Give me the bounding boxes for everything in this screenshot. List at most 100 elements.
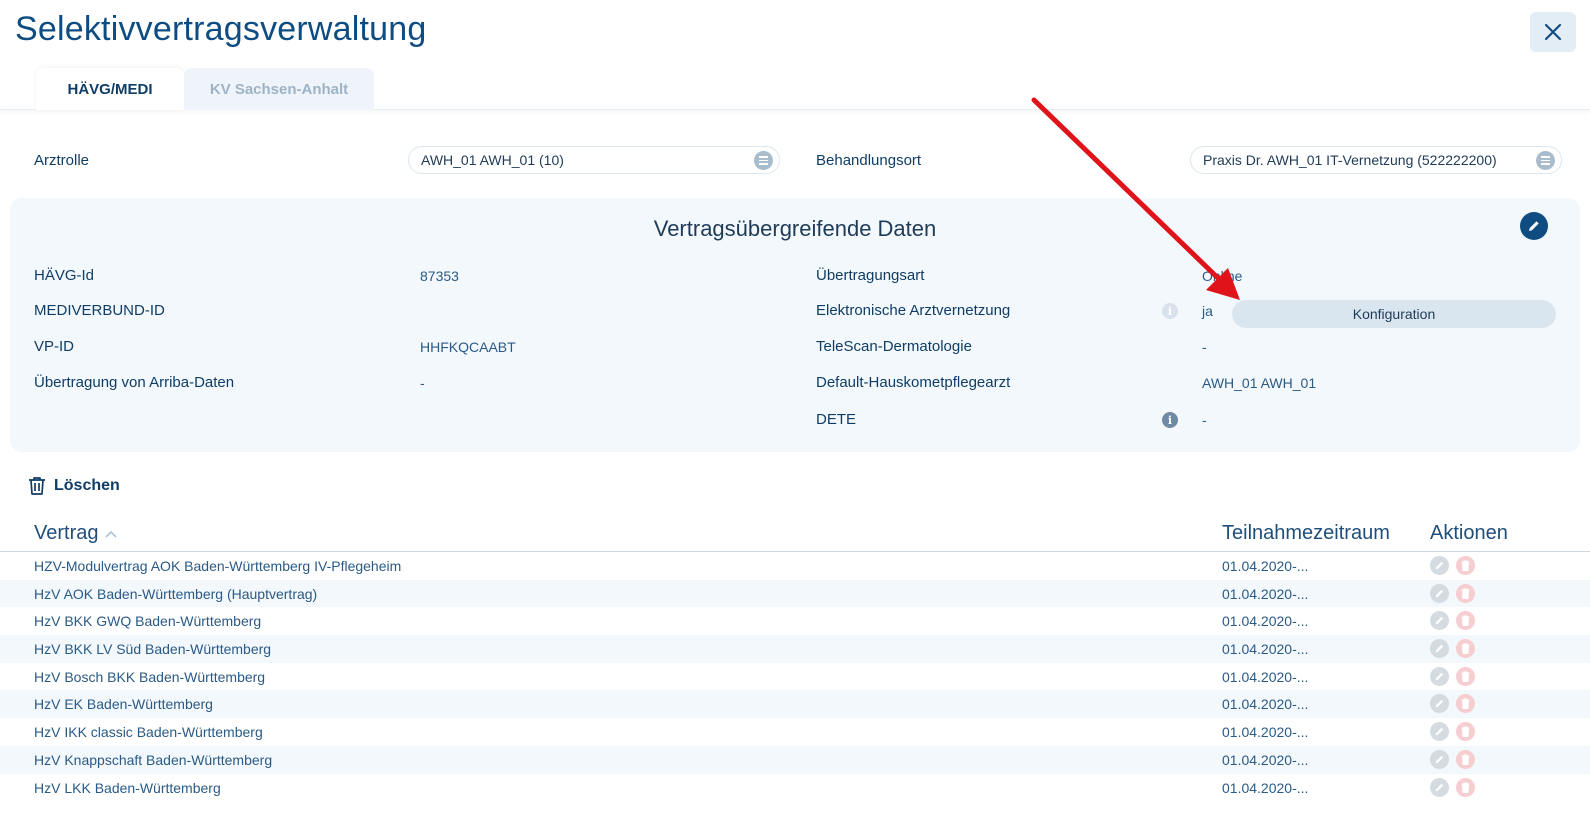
row-edit-button[interactable] (1430, 749, 1449, 769)
table-row: HzV Bosch BKK Baden-Württemberg 01.04.20… (0, 663, 1590, 691)
table-row: HzV LKK Baden-Württemberg 01.04.2020-... (0, 774, 1590, 802)
trash-icon (1461, 615, 1470, 627)
column-header-vertrag[interactable]: Vertrag (34, 522, 118, 545)
tab-haevg-medi[interactable]: HÄVG/MEDI (36, 68, 184, 110)
row-edit-button[interactable] (1430, 777, 1449, 797)
trash-icon (1461, 560, 1470, 571)
arztrolle-select[interactable]: AWH_01 AWH_01 (10) (408, 146, 780, 174)
row-delete-button[interactable] (1456, 777, 1475, 797)
dete-label: DETE (816, 411, 857, 428)
contract-name[interactable]: HzV IKK classic Baden-Württemberg (34, 724, 263, 740)
panel-title: Vertragsübergreifende Daten (653, 216, 937, 241)
pencil-icon (1435, 727, 1444, 736)
contract-date: 01.04.2020-... (1222, 558, 1309, 574)
close-icon (1544, 23, 1562, 41)
contract-name[interactable]: HzV EK Baden-Württemberg (34, 696, 213, 712)
contract-table-body: HZV-Modulvertrag AOK Baden-Württemberg I… (0, 552, 1590, 801)
behandlungsort-label: Behandlungsort (816, 152, 922, 169)
pencil-icon (1435, 755, 1444, 764)
row-delete-button[interactable] (1456, 749, 1475, 769)
contract-date: 01.04.2020-... (1222, 724, 1309, 741)
contract-date: 01.04.2020-... (1222, 779, 1309, 796)
contract-date: 01.04.2020-... (1222, 585, 1309, 602)
contract-date: 01.04.2020-... (1222, 696, 1309, 713)
tab-kv-sachsen-anhalt[interactable]: KV Sachsen-Anhalt (184, 68, 374, 110)
mediverbund-id-label: MEDIVERBUND-ID (34, 302, 165, 319)
info-icon[interactable]: i (1162, 303, 1178, 319)
contract-name[interactable]: HzV Knappschaft Baden-Württemberg (34, 752, 272, 768)
trash-icon (29, 477, 45, 495)
contract-name[interactable]: HzV BKK GWQ Baden-Württemberg (34, 613, 261, 629)
vp-id-label: VP-ID (34, 338, 75, 355)
trash-icon (1461, 726, 1470, 738)
pencil-icon (1435, 561, 1444, 570)
arztvernetzung-label: Elektronische Arztvernetzung (816, 302, 1011, 319)
dete-value: - (1202, 412, 1207, 428)
delete-label: Löschen (54, 477, 120, 494)
row-delete-button[interactable] (1456, 639, 1475, 659)
pencil-icon (1529, 221, 1539, 231)
contract-name[interactable]: HzV AOK Baden-Württemberg (Hauptvertrag) (34, 586, 317, 602)
row-delete-button[interactable] (1456, 666, 1475, 686)
haevg-id-label: HÄVG-Id (34, 267, 95, 284)
table-row: HzV Knappschaft Baden-Württemberg 01.04.… (0, 745, 1590, 774)
contract-name[interactable]: HzV BKK LV Süd Baden-Württemberg (34, 641, 271, 657)
table-row: HzV IKK classic Baden-Württemberg 01.04.… (0, 718, 1590, 746)
arriba-value: - (420, 375, 425, 391)
row-edit-button[interactable] (1430, 694, 1449, 714)
contract-date: 01.04.2020-... (1222, 641, 1309, 658)
pencil-icon (1435, 783, 1444, 791)
pencil-icon (1435, 672, 1444, 681)
page-title: Selektivvertragsverwaltung (15, 10, 427, 48)
haevg-id-value: 87353 (420, 268, 459, 284)
sort-ascending-icon[interactable] (104, 529, 118, 539)
table-row: HzV AOK Baden-Württemberg (Hauptvertrag)… (0, 579, 1590, 608)
pencil-icon (1435, 589, 1444, 598)
contract-date: 01.04.2020-... (1222, 613, 1309, 630)
menu-icon[interactable] (1536, 151, 1555, 170)
contract-name[interactable]: HzV LKK Baden-Württemberg (34, 780, 221, 796)
row-edit-button[interactable] (1430, 556, 1449, 575)
hauskomet-value: AWH_01 AWH_01 (1202, 375, 1317, 391)
delete-button[interactable]: Löschen (28, 474, 120, 498)
trash-icon (1461, 671, 1470, 682)
row-edit-button[interactable] (1430, 583, 1449, 603)
menu-icon[interactable] (754, 151, 773, 170)
telescan-value: - (1202, 339, 1207, 355)
contract-date: 01.04.2020-... (1222, 751, 1309, 768)
info-icon[interactable]: i (1162, 412, 1178, 428)
contract-name[interactable]: HZV-Modulvertrag AOK Baden-Württemberg I… (34, 558, 401, 574)
trash-icon (1461, 754, 1470, 765)
row-edit-button[interactable] (1430, 666, 1449, 686)
konfiguration-button[interactable]: Konfiguration (1232, 300, 1556, 328)
row-delete-button[interactable] (1456, 556, 1475, 575)
row-delete-button[interactable] (1456, 611, 1475, 631)
row-delete-button[interactable] (1456, 583, 1475, 603)
trash-icon (1461, 698, 1470, 710)
row-delete-button[interactable] (1456, 722, 1475, 742)
table-row: HZV-Modulvertrag AOK Baden-Württemberg I… (0, 552, 1590, 580)
contract-name[interactable]: HzV Bosch BKK Baden-Württemberg (34, 669, 265, 685)
table-row: HzV BKK GWQ Baden-Württemberg 01.04.2020… (0, 607, 1590, 635)
row-edit-button[interactable] (1430, 611, 1449, 631)
behandlungsort-select[interactable]: Praxis Dr. AWH_01 IT-Vernetzung (5222222… (1190, 146, 1562, 174)
pencil-icon (1435, 644, 1444, 653)
trash-icon (1461, 588, 1470, 599)
trash-icon (1461, 643, 1470, 655)
behandlungsort-value: Praxis Dr. AWH_01 IT-Vernetzung (5222222… (1203, 152, 1497, 168)
column-header-aktionen: Aktionen (1430, 522, 1508, 544)
tab-bar: HÄVG/MEDI KV Sachsen-Anhalt (0, 66, 1590, 110)
arztrolle-value: AWH_01 AWH_01 (10) (421, 152, 564, 168)
row-delete-button[interactable] (1456, 694, 1475, 714)
table-row: HzV EK Baden-Württemberg 01.04.2020-... (0, 690, 1590, 719)
row-edit-button[interactable] (1430, 722, 1449, 742)
arztvernetzung-value: ja (1202, 303, 1213, 319)
column-header-teilnahmezeitraum[interactable]: Teilnahmezeitraum (1222, 522, 1390, 545)
close-button[interactable] (1530, 12, 1576, 52)
uebertragungsart-value: Online (1202, 268, 1243, 284)
row-edit-button[interactable] (1430, 639, 1449, 659)
arriba-label: Übertragung von Arriba-Daten (34, 374, 235, 391)
uebertragungsart-label: Übertragungsart (816, 267, 925, 284)
edit-button[interactable] (1520, 212, 1548, 240)
arztrolle-label: Arztrolle (34, 152, 90, 169)
